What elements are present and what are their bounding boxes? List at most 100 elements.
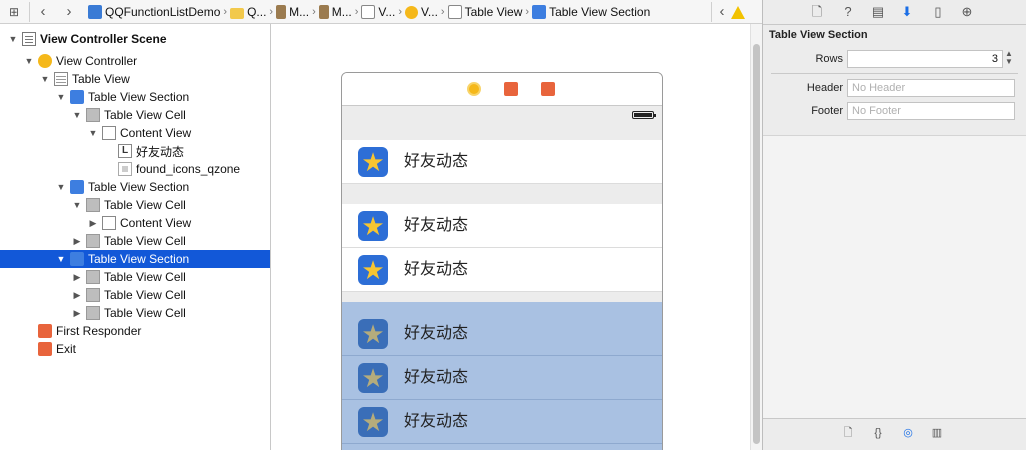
forward-button[interactable]: › xyxy=(61,4,77,20)
outline-item-first-responder[interactable]: ▼ First Responder xyxy=(0,322,294,340)
divider xyxy=(29,2,30,22)
table-view-icon xyxy=(54,72,68,86)
file-icon xyxy=(276,5,287,19)
breadcrumb-label: Table View Section xyxy=(549,5,651,19)
outline-item-label: View Controller Scene xyxy=(40,32,167,46)
disclosure-closed-icon[interactable]: ▶ xyxy=(72,290,82,301)
outline-item-label: Content View xyxy=(120,216,192,230)
disclosure-open-icon[interactable]: ▼ xyxy=(8,34,18,44)
selected-section-header[interactable] xyxy=(342,302,662,312)
breadcrumb-item-view-controller[interactable]: V... › xyxy=(405,5,448,19)
related-items-icon[interactable]: ⊞ xyxy=(6,4,22,20)
qzone-icon: ★ xyxy=(358,211,388,241)
exit-icon[interactable] xyxy=(541,82,555,96)
code-snippet-library-icon[interactable]: {} xyxy=(871,426,885,440)
rows-label: Rows xyxy=(815,53,843,65)
disclosure-closed-icon[interactable]: ▶ xyxy=(72,308,82,319)
table-view-cell-highlighted[interactable]: ★ 好友动态 xyxy=(342,356,662,400)
object-library-icon[interactable]: ◎ xyxy=(901,426,915,440)
breadcrumb-item-table-view[interactable]: Table View › xyxy=(447,5,533,19)
jump-bar: ⊞ ‹ › QQFunctionListDemo › Q... › M... › M.… xyxy=(0,0,762,24)
divider xyxy=(763,418,1026,419)
previous-issue-button[interactable]: ‹ xyxy=(714,4,730,20)
size-inspector-icon[interactable]: ▯ xyxy=(930,4,946,20)
view-controller-icon[interactable] xyxy=(467,82,481,96)
vertical-scrollbar[interactable] xyxy=(750,24,762,450)
outline-item-exit[interactable]: ▼ Exit xyxy=(0,340,294,358)
qzone-icon: ★ xyxy=(358,363,388,393)
disclosure-open-icon[interactable]: ▼ xyxy=(24,56,34,66)
divider xyxy=(711,2,712,22)
library-pane xyxy=(763,135,1026,419)
scrollbar-thumb[interactable] xyxy=(753,44,760,444)
table-view-cell-highlighted[interactable]: ★ 好友动态 xyxy=(342,312,662,356)
breadcrumb-item-folder[interactable]: Q... › xyxy=(230,5,276,19)
warning-icon[interactable] xyxy=(730,4,746,20)
storyboard-canvas[interactable]: ★ 好友动态 ★ 好友动态 ★ 好友动态 ★ 好友动态 ★ 好友动态 ★ 好友动… xyxy=(272,24,762,450)
disclosure-open-icon[interactable]: ▼ xyxy=(40,74,50,84)
qzone-icon: ★ xyxy=(358,255,388,285)
rows-stepper[interactable]: ▲ ▼ xyxy=(1003,50,1015,68)
outline-item-view-controller[interactable]: ▼ View Controller xyxy=(0,52,294,70)
status-bar xyxy=(342,106,662,126)
identity-inspector-icon[interactable]: ▤ xyxy=(870,4,886,20)
header-label: Header xyxy=(806,82,843,94)
breadcrumb-item-table-view-section[interactable]: Table View Section xyxy=(532,5,650,19)
file-inspector-icon[interactable]: 🗋 xyxy=(809,4,825,20)
outline-item-table-view[interactable]: ▼ Table View xyxy=(0,70,310,88)
disclosure-open-icon[interactable]: ▼ xyxy=(56,182,66,192)
chevron-right-icon: › xyxy=(223,6,228,18)
outline-item-label: found_icons_qzone xyxy=(136,162,241,176)
breadcrumb-item-file[interactable]: M... › xyxy=(276,5,319,19)
breadcrumb-label: M... xyxy=(331,5,352,19)
outline-item-table-view-section-selected[interactable]: ▼ Table View Section xyxy=(0,250,270,268)
disclosure-open-icon[interactable]: ▼ xyxy=(88,128,98,138)
battery-icon xyxy=(632,111,656,119)
scene-dock xyxy=(342,73,662,106)
header-field[interactable]: No Header xyxy=(847,79,1015,97)
table-view-section-icon xyxy=(70,90,84,104)
footer-field[interactable]: No Footer xyxy=(847,102,1015,120)
attributes-inspector-icon[interactable]: ⬇ xyxy=(899,4,915,20)
disclosure-open-icon[interactable]: ▼ xyxy=(56,254,66,264)
section-header-spacer xyxy=(342,126,662,140)
breadcrumb-item-scene[interactable]: V... › xyxy=(361,5,405,19)
view-controller-scene-frame[interactable]: ★ 好友动态 ★ 好友动态 ★ 好友动态 ★ 好友动态 ★ 好友动态 ★ 好友动… xyxy=(341,72,663,450)
cell-label: 好友动态 xyxy=(404,369,469,386)
disclosure-closed-icon[interactable]: ▶ xyxy=(72,272,82,283)
table-view-cell-highlighted[interactable]: ★ 好友动态 xyxy=(342,400,662,444)
disclosure-open-icon[interactable]: ▼ xyxy=(72,110,82,120)
outline-item-label: Table View Section xyxy=(88,252,190,266)
rows-field[interactable]: 3 xyxy=(847,50,1003,68)
outline-item-view-controller-scene[interactable]: ▼ View Controller Scene xyxy=(0,30,278,48)
first-responder-icon[interactable] xyxy=(504,82,518,96)
disclosure-closed-icon[interactable]: ▶ xyxy=(72,236,82,247)
section-spacer xyxy=(342,292,662,302)
disclosure-open-icon[interactable]: ▼ xyxy=(56,92,66,102)
inspector-section-title: Table View Section xyxy=(769,29,868,41)
chevron-right-icon: › xyxy=(269,6,274,18)
label-icon: L xyxy=(118,144,132,158)
table-view-cell[interactable]: ★ 好友动态 xyxy=(342,204,662,248)
file-template-library-icon[interactable]: 🗋 xyxy=(841,426,855,440)
table-view-cell-icon xyxy=(86,234,100,248)
breadcrumb-label: Table View xyxy=(464,5,523,19)
breadcrumb-item-file[interactable]: M... › xyxy=(318,5,362,19)
breadcrumb-label: Q... xyxy=(247,5,267,19)
connections-inspector-icon[interactable]: ⊕ xyxy=(959,4,975,20)
media-library-icon[interactable]: ▥ xyxy=(930,426,944,440)
breadcrumb-label: M... xyxy=(289,5,310,19)
breadcrumb-item-project[interactable]: QQFunctionListDemo › xyxy=(88,5,230,19)
quick-help-icon[interactable]: ? xyxy=(840,4,856,20)
chevron-right-icon: › xyxy=(398,6,402,18)
table-view-cell[interactable]: ★ 好友动态 xyxy=(342,248,662,292)
table-view-section-icon xyxy=(532,5,547,19)
disclosure-open-icon[interactable]: ▼ xyxy=(72,200,82,210)
table-view-cell-icon xyxy=(86,288,100,302)
selected-section-footer[interactable] xyxy=(342,444,662,450)
table-view-cell[interactable]: ★ 好友动态 xyxy=(342,140,662,184)
outline-item-label: Table View Cell xyxy=(104,306,186,320)
chevron-right-icon: › xyxy=(525,6,530,18)
back-button[interactable]: ‹ xyxy=(35,4,51,20)
disclosure-closed-icon[interactable]: ▶ xyxy=(88,218,98,229)
